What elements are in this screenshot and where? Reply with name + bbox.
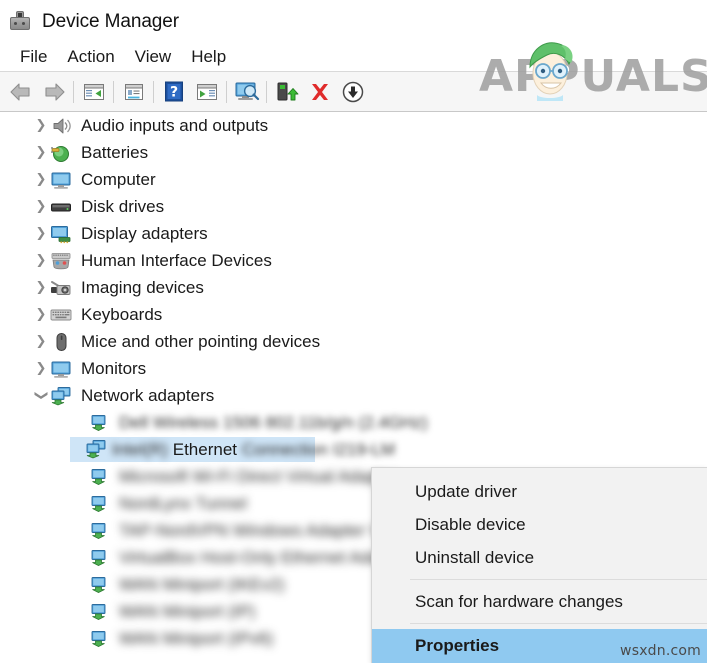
network-adapter-label: Microsoft Wi-Fi Direct Virtual Adapter — [119, 467, 398, 486]
battery-icon — [50, 143, 72, 163]
computer-icon — [50, 170, 72, 190]
chevron-right-icon[interactable]: ❯ — [32, 281, 50, 294]
toolbar-separator — [266, 80, 267, 103]
speaker-icon — [50, 116, 72, 136]
toolbar-separator — [113, 80, 114, 103]
network-adapter-child-icon — [85, 439, 107, 459]
tree-item-audio-inputs-and-outputs[interactable]: ❯ Audio inputs and outputs — [0, 112, 707, 139]
imaging-device-icon — [50, 278, 72, 298]
tree-item-keyboards[interactable]: ❯ Keyboards — [0, 301, 707, 328]
toolbar-separator — [226, 80, 227, 103]
update-driver-icon[interactable] — [270, 75, 303, 108]
network-adapter-label: VirtualBox Host-Only Ethernet Adapter — [119, 548, 409, 567]
disk-drive-icon — [50, 197, 72, 217]
tree-item-label: Disk drives — [81, 197, 165, 216]
disable-device-icon[interactable] — [336, 75, 369, 108]
network-adapter-label: WAN Miniport (IP) — [119, 602, 256, 621]
tree-item-label: Monitors — [81, 359, 147, 378]
menu-file[interactable]: File — [10, 46, 57, 67]
toolbar-separator — [73, 80, 74, 103]
chevron-right-icon[interactable]: ❯ — [32, 119, 50, 132]
tree-item-network-adapters[interactable]: ❯ Network adapters — [0, 382, 707, 409]
title-bar: Device Manager — [0, 0, 707, 42]
network-adapter-item[interactable]: Dell Wireless 1506 802.11b/g/n (2.4GHz) — [0, 409, 707, 436]
network-adapter-child-icon — [88, 467, 110, 487]
show-hide-console-tree-icon[interactable] — [77, 75, 110, 108]
network-adapter-label: TAP-NordVPN Windows Adapter V9 — [119, 521, 391, 540]
tree-item-computer[interactable]: ❯ Computer — [0, 166, 707, 193]
chevron-right-icon[interactable]: ❯ — [32, 254, 50, 267]
page-title: Device Manager — [42, 10, 179, 32]
tree-item-display-adapters[interactable]: ❯ Display adapters — [0, 220, 707, 247]
chevron-right-icon[interactable]: ❯ — [32, 227, 50, 240]
device-manager-icon — [9, 10, 31, 32]
monitor-icon — [50, 359, 72, 379]
properties-icon[interactable] — [117, 75, 150, 108]
network-adapter-child-icon — [88, 494, 110, 514]
chevron-right-icon[interactable]: ❯ — [32, 173, 50, 186]
toolbar-separator — [153, 80, 154, 103]
tree-item-label: Computer — [81, 170, 156, 189]
context-menu-item-uninstall-device[interactable]: Uninstall device — [372, 541, 707, 574]
network-adapter-child-icon — [88, 602, 110, 622]
hid-icon — [50, 251, 72, 271]
ethernet-label-visible: Ethernet — [172, 440, 237, 459]
forward-arrow-icon[interactable] — [37, 75, 70, 108]
network-adapter-child-icon — [88, 521, 110, 541]
tree-item-label: Display adapters — [81, 224, 208, 243]
menu-bar: File Action View Help — [0, 42, 707, 71]
mouse-icon — [50, 332, 72, 352]
tree-item-imaging-devices[interactable]: ❯ Imaging devices — [0, 274, 707, 301]
network-adapter-label: NordLynx Tunnel — [119, 494, 247, 513]
network-adapter-label: WAN Miniport (IPv6) — [119, 629, 274, 648]
ethernet-label-suffix: Connection I219-LM — [242, 440, 396, 459]
chevron-right-icon[interactable]: ❯ — [32, 308, 50, 321]
network-adapter-label: Dell Wireless 1506 802.11b/g/n (2.4GHz) — [119, 413, 428, 432]
tree-item-label: Mice and other pointing devices — [81, 332, 321, 351]
tree-item-label: Human Interface Devices — [81, 251, 272, 270]
context-menu-separator — [410, 579, 707, 580]
context-menu-item-update-driver[interactable]: Update driver — [372, 475, 707, 508]
ethernet-label-prefix: Intel(R) — [112, 440, 168, 459]
chevron-right-icon[interactable]: ❯ — [32, 146, 50, 159]
toolbar: ? — [0, 71, 707, 112]
scan-for-hardware-changes-icon[interactable] — [230, 75, 263, 108]
uninstall-device-icon[interactable] — [303, 75, 336, 108]
show-hide-action-pane-icon[interactable] — [190, 75, 223, 108]
menu-action[interactable]: Action — [57, 46, 124, 67]
network-adapter-item-ethernet-selected[interactable]: Intel(R) Ethernet Connection I219-LM — [0, 436, 707, 463]
keyboard-icon — [50, 305, 72, 325]
tree-item-label: Audio inputs and outputs — [81, 116, 269, 135]
tree-item-label: Keyboards — [81, 305, 163, 324]
context-menu-item-disable-device[interactable]: Disable device — [372, 508, 707, 541]
tree-item-label: Imaging devices — [81, 278, 204, 297]
back-arrow-icon[interactable] — [4, 75, 37, 108]
wsxdn-watermark: wsxdn.com — [620, 643, 701, 659]
network-adapter-icon — [50, 386, 72, 406]
menu-view[interactable]: View — [125, 46, 182, 67]
tree-item-label: Batteries — [81, 143, 149, 162]
tree-item-monitors[interactable]: ❯ Monitors — [0, 355, 707, 382]
context-menu[interactable]: Update driver Disable device Uninstall d… — [371, 467, 707, 663]
network-adapter-child-icon — [88, 548, 110, 568]
tree-item-disk-drives[interactable]: ❯ Disk drives — [0, 193, 707, 220]
network-adapter-child-icon — [88, 629, 110, 649]
context-menu-separator — [410, 623, 707, 624]
chevron-right-icon[interactable]: ❯ — [32, 335, 50, 348]
chevron-down-icon[interactable]: ❯ — [34, 387, 49, 405]
chevron-right-icon[interactable]: ❯ — [32, 200, 50, 213]
context-menu-item-scan-for-hardware-changes[interactable]: Scan for hardware changes — [372, 585, 707, 618]
chevron-right-icon[interactable]: ❯ — [32, 362, 50, 375]
tree-item-batteries[interactable]: ❯ Batteries — [0, 139, 707, 166]
network-adapter-child-icon — [88, 575, 110, 595]
help-icon[interactable]: ? — [157, 75, 190, 108]
tree-item-human-interface-devices[interactable]: ❯ Human Interface Devices — [0, 247, 707, 274]
display-adapter-icon — [50, 224, 72, 244]
network-adapter-child-icon — [88, 413, 110, 433]
tree-item-label: Network adapters — [81, 386, 215, 405]
menu-help[interactable]: Help — [181, 46, 236, 67]
tree-item-mice-and-other-pointing-devices[interactable]: ❯ Mice and other pointing devices — [0, 328, 707, 355]
network-adapter-label: WAN Miniport (IKEv2) — [119, 575, 285, 594]
svg-text:?: ? — [169, 85, 177, 101]
